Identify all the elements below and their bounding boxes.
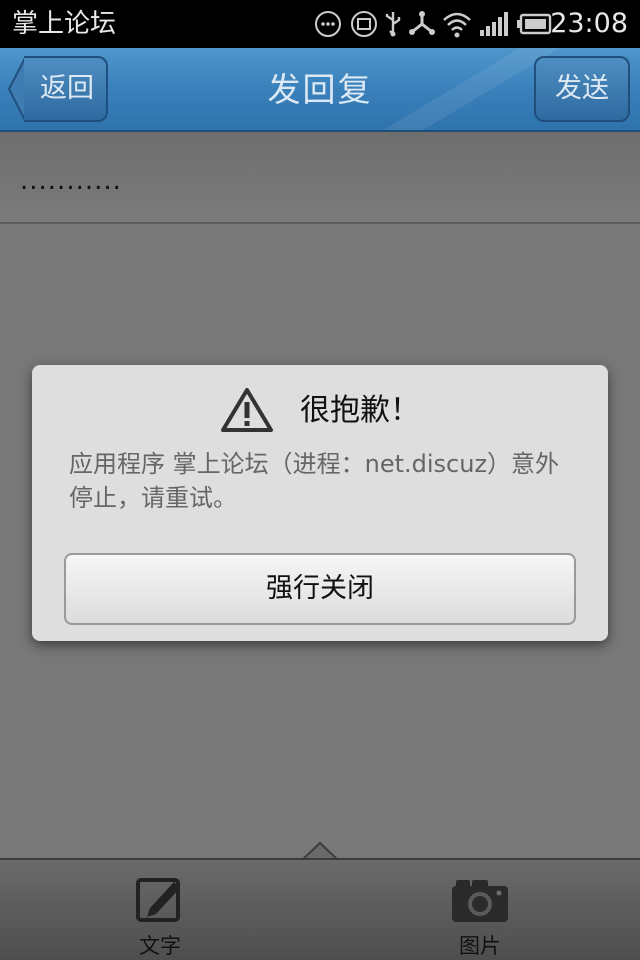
debug-icon xyxy=(409,11,435,35)
reply-text: ........... xyxy=(20,166,122,196)
send-button[interactable]: 发送 xyxy=(534,56,630,122)
reply-text-field[interactable]: ........... xyxy=(0,132,640,224)
warning-icon xyxy=(221,388,273,432)
pencil-square-icon xyxy=(136,878,180,922)
status-time: 23:08 xyxy=(550,8,628,39)
image-tab[interactable]: 图片 xyxy=(430,874,530,960)
wifi-icon xyxy=(443,12,471,38)
error-dialog: 很抱歉！ 应用程序 掌上论坛（进程：net.discuz）意外停止，请重试。 强… xyxy=(32,365,608,641)
dialog-message: 应用程序 掌上论坛（进程：net.discuz）意外停止，请重试。 xyxy=(69,450,560,512)
force-close-button[interactable]: 强行关闭 xyxy=(64,553,576,625)
dialog-header: 很抱歉！ xyxy=(32,387,608,439)
status-app-name: 掌上论坛 xyxy=(12,9,117,39)
signal-icon xyxy=(480,12,508,36)
battery-icon xyxy=(517,13,552,35)
status-bar: 掌上论坛 23:08 xyxy=(0,0,640,48)
message-icon xyxy=(351,11,377,37)
image-tab-label: 图片 xyxy=(459,934,501,958)
text-tab-label: 文字 xyxy=(139,934,181,958)
title-bar: 返回 发回复 发送 xyxy=(0,48,640,132)
usb-icon xyxy=(385,12,401,37)
camera-icon xyxy=(452,880,508,922)
text-tab[interactable]: 文字 xyxy=(110,874,210,960)
chat-icon xyxy=(315,11,341,37)
dialog-title: 很抱歉！ xyxy=(300,393,420,428)
bottom-toolbar: 文字 图片 xyxy=(0,858,640,960)
